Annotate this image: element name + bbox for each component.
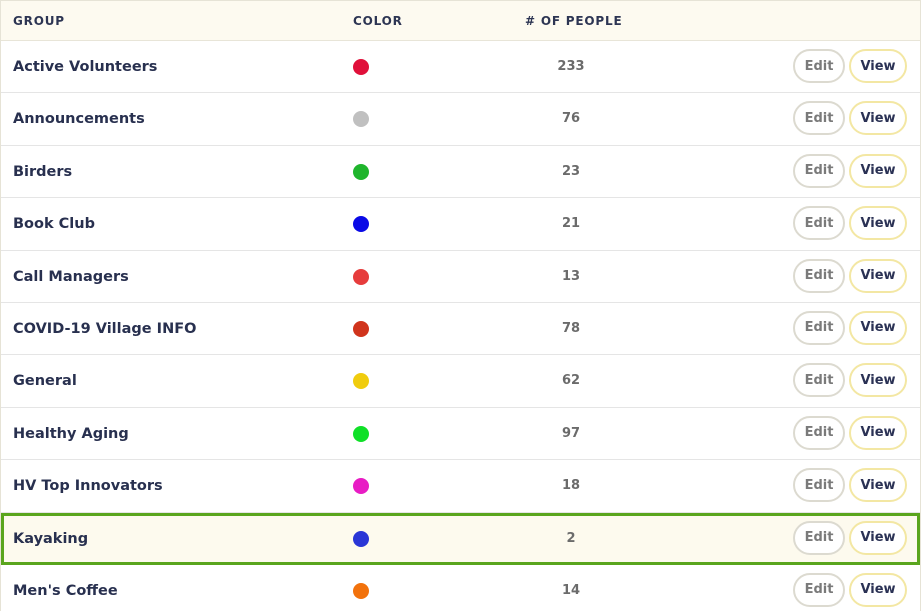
group-name: Men's Coffee (13, 582, 118, 599)
edit-button[interactable]: Edit (793, 572, 845, 607)
group-name: Healthy Aging (13, 425, 129, 442)
edit-button[interactable]: Edit (793, 415, 845, 450)
group-name: Birders (13, 163, 73, 180)
view-button[interactable]: View (849, 468, 907, 503)
people-count: 18 (561, 478, 581, 494)
edit-button[interactable]: Edit (793, 49, 845, 83)
edit-button[interactable]: Edit (793, 310, 845, 345)
table-row: Healthy Aging 97 Edit View (1, 407, 920, 461)
people-count: 2 (566, 530, 576, 546)
people-count: 97 (561, 425, 581, 441)
edit-button[interactable]: Edit (793, 468, 845, 503)
color-swatch (353, 425, 369, 442)
color-swatch (353, 530, 369, 547)
color-swatch (353, 59, 369, 75)
group-name: Announcements (13, 111, 145, 128)
view-button[interactable]: View (849, 153, 907, 188)
view-button[interactable]: View (849, 49, 907, 83)
people-count: 76 (561, 111, 581, 127)
color-swatch (353, 163, 369, 180)
group-name: Call Managers (13, 268, 129, 285)
group-name: Kayaking (13, 530, 89, 547)
edit-button[interactable]: Edit (793, 101, 845, 136)
edit-button[interactable]: Edit (793, 520, 845, 555)
group-name: HV Top Innovators (13, 478, 163, 495)
table-body: Active Volunteers 233 Edit View Announce… (1, 41, 920, 611)
people-count: 13 (561, 268, 581, 284)
view-button[interactable]: View (849, 415, 907, 450)
table-row: General 62 Edit View (1, 355, 920, 408)
edit-button[interactable]: Edit (793, 153, 845, 188)
color-swatch (353, 373, 369, 390)
view-button[interactable]: View (849, 520, 907, 555)
column-header-people[interactable]: # OF PEOPLE (525, 1, 622, 41)
people-count: 21 (561, 216, 581, 232)
edit-button[interactable]: Edit (793, 363, 845, 398)
view-button[interactable]: View (849, 363, 907, 398)
people-count: 62 (561, 373, 581, 389)
column-header-color[interactable]: COLOR (353, 1, 403, 41)
group-name: Active Volunteers (13, 59, 158, 75)
table-row: Birders 23 Edit View (1, 145, 920, 199)
group-name: COVID-19 Village INFO (13, 320, 197, 337)
color-swatch (353, 268, 369, 285)
people-count: 78 (561, 320, 581, 336)
table-row: Book Club 21 Edit View (1, 198, 920, 251)
view-button[interactable]: View (849, 572, 907, 607)
column-header-group[interactable]: GROUP (13, 1, 65, 41)
color-swatch (353, 216, 369, 233)
table-row: HV Top Innovators 18 Edit View (1, 460, 920, 513)
color-swatch (353, 478, 369, 495)
color-swatch (353, 582, 369, 599)
group-name: General (13, 373, 77, 390)
groups-table: GROUP COLOR # OF PEOPLE Active Volunteer… (0, 0, 921, 611)
group-name: Book Club (13, 216, 95, 233)
people-count: 233 (557, 59, 585, 74)
view-button[interactable]: View (849, 258, 907, 293)
people-count: 23 (561, 163, 581, 179)
view-button[interactable]: View (849, 101, 907, 136)
edit-button[interactable]: Edit (793, 258, 845, 293)
table-row: Men's Coffee 14 Edit View (1, 564, 920, 611)
table-row-selected: Kayaking 2 Edit View (1, 512, 920, 565)
view-button[interactable]: View (849, 206, 907, 241)
color-swatch (353, 320, 369, 337)
table-row: COVID-19 Village INFO 78 Edit View (1, 302, 920, 356)
table-row: Call Managers 13 Edit View (1, 250, 920, 303)
table-row: Active Volunteers 233 Edit View (1, 41, 920, 94)
people-count: 14 (561, 582, 581, 598)
edit-button[interactable]: Edit (793, 206, 845, 241)
table-row: Announcements 76 Edit View (1, 93, 920, 146)
color-swatch (353, 111, 369, 128)
view-button[interactable]: View (849, 310, 907, 345)
table-header: GROUP COLOR # OF PEOPLE (1, 1, 920, 41)
